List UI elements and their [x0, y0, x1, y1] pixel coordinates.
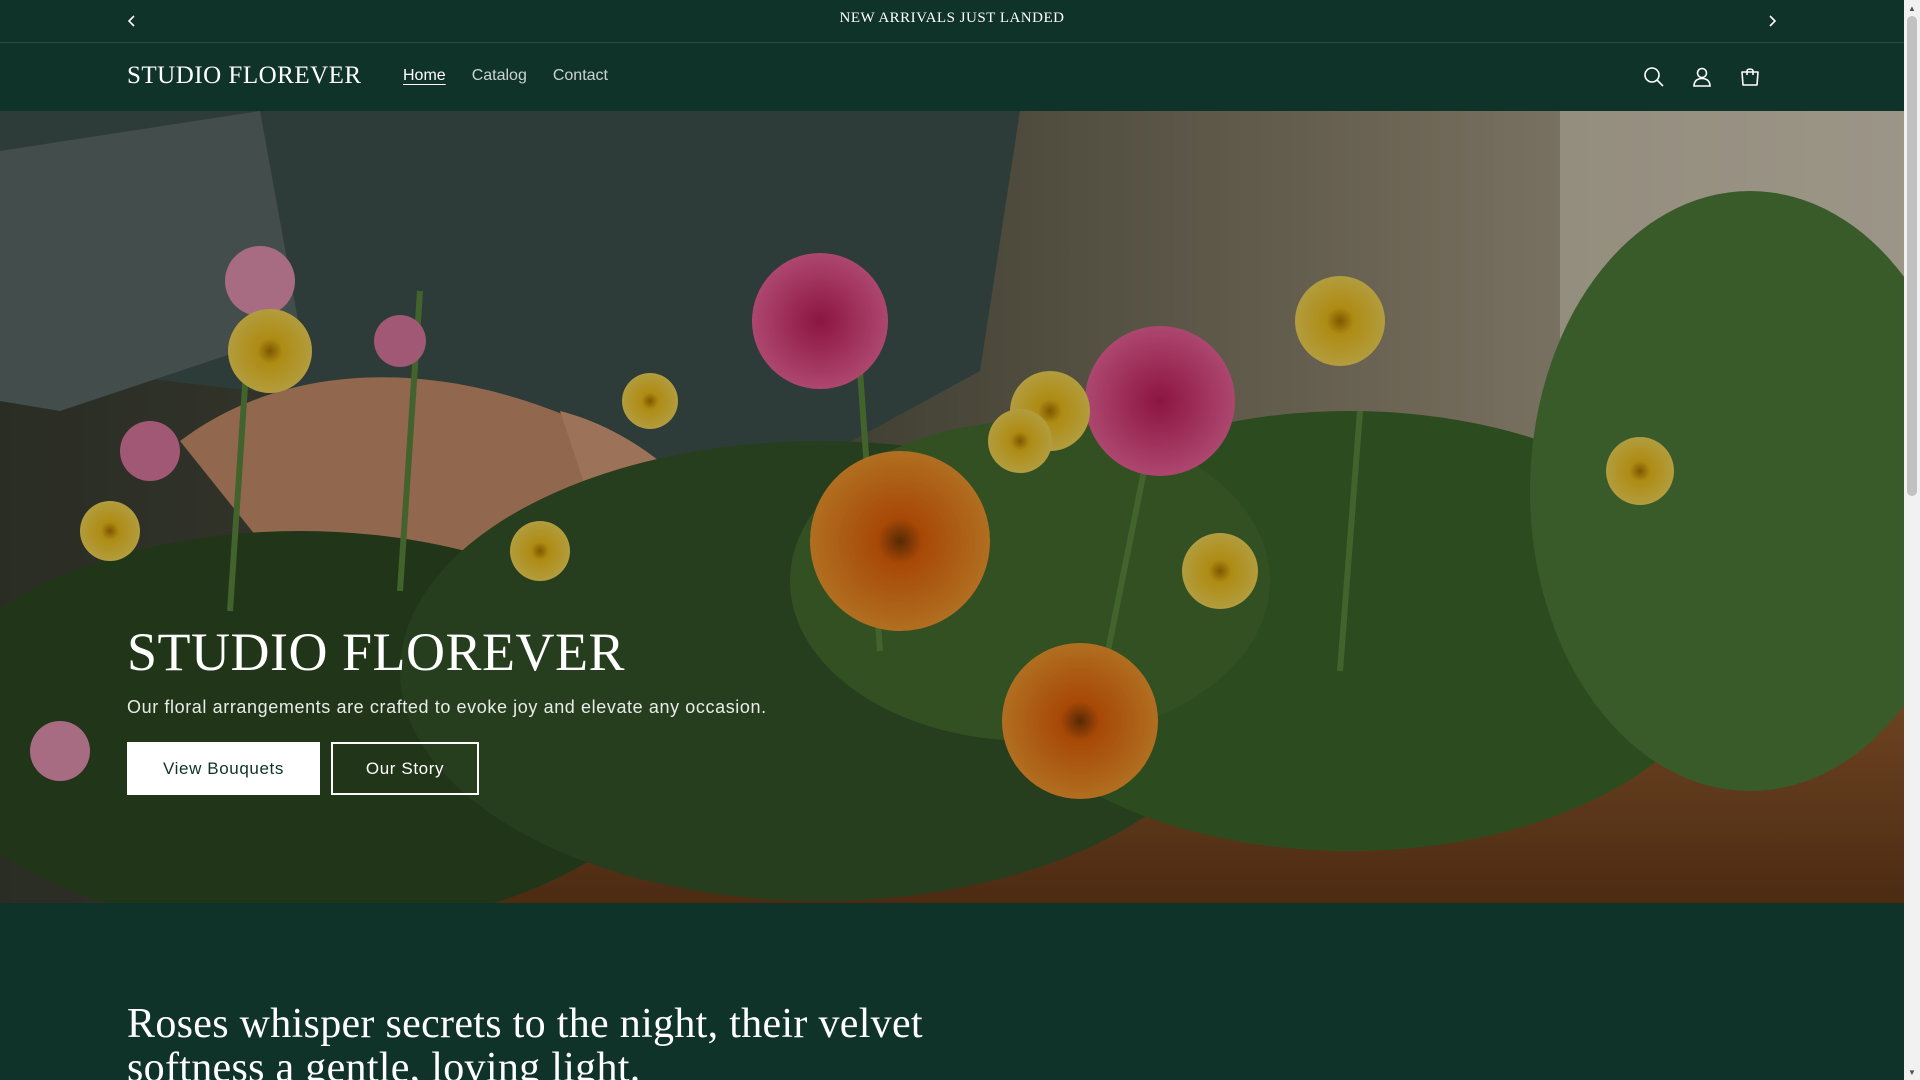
header-icons: [1640, 63, 1764, 91]
main-nav: Home Catalog Contact: [390, 67, 621, 85]
nav-home[interactable]: Home: [390, 67, 459, 85]
account-icon: [1693, 67, 1711, 87]
scrollbar-thumb[interactable]: [1907, 16, 1917, 496]
page: NEW ARRIVALS JUST LANDED STUDIO FLOREVER…: [0, 0, 1904, 1080]
scroll-down-arrow-icon[interactable]: ▼: [1904, 1064, 1920, 1080]
cart-button[interactable]: [1736, 63, 1764, 91]
our-story-button[interactable]: Our Story: [331, 742, 479, 795]
site-logo[interactable]: STUDIO FLOREVER: [127, 62, 362, 90]
hero-banner: STUDIO FLOREVER Our floral arrangements …: [0, 111, 1904, 903]
announcement-next-button[interactable]: [1760, 9, 1784, 33]
hero-subtitle: Our floral arrangements are crafted to e…: [127, 697, 767, 717]
chevron-right-icon: [1769, 15, 1777, 27]
scroll-up-arrow-icon[interactable]: ▲: [1904, 0, 1920, 16]
announcement-bar: NEW ARRIVALS JUST LANDED: [0, 0, 1904, 43]
hero-buttons: View Bouquets Our Story: [127, 742, 767, 795]
search-button[interactable]: [1640, 63, 1668, 91]
hero-title: STUDIO FLOREVER: [127, 622, 626, 682]
nav-catalog[interactable]: Catalog: [459, 67, 540, 85]
page-scrollbar[interactable]: ▲ ▼: [1904, 0, 1920, 1080]
search-icon: [1644, 67, 1664, 87]
quote-section: Roses whisper secrets to the night, thei…: [0, 903, 1904, 1080]
quote-text: Roses whisper secrets to the night, thei…: [127, 1001, 923, 1080]
site-header: STUDIO FLOREVER Home Catalog Contact: [0, 43, 1904, 111]
hero-content: STUDIO FLOREVER Our floral arrangements …: [127, 621, 767, 795]
cart-icon: [1741, 68, 1759, 86]
account-button[interactable]: [1688, 63, 1716, 91]
announcement-text: NEW ARRIVALS JUST LANDED: [839, 10, 1065, 26]
nav-contact[interactable]: Contact: [540, 67, 621, 85]
view-bouquets-button[interactable]: View Bouquets: [127, 742, 320, 795]
